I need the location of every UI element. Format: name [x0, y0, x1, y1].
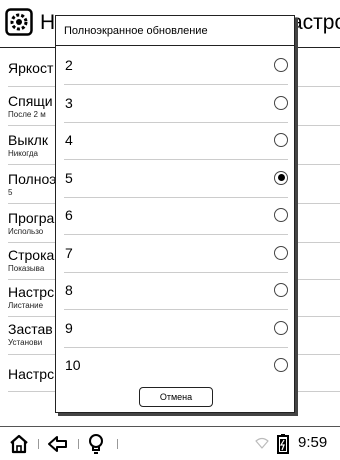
bar-separator	[78, 439, 79, 449]
option-label: 5	[65, 169, 73, 186]
radio-button[interactable]	[274, 58, 288, 72]
radio-button[interactable]	[274, 95, 288, 110]
radio-button[interactable]	[274, 170, 288, 185]
radio-button[interactable]	[274, 283, 288, 297]
option-label: 7	[65, 244, 73, 261]
option-label: 10	[65, 357, 81, 373]
option-10[interactable]: 10	[56, 347, 294, 385]
page-title: Н	[40, 11, 56, 34]
option-2[interactable]: 2	[56, 47, 294, 85]
option-3[interactable]: 3	[56, 85, 294, 123]
dialog-title: Полноэкранное обновление	[56, 16, 294, 46]
option-7[interactable]: 7	[56, 235, 294, 273]
battery-icon	[277, 434, 289, 454]
option-label: 4	[65, 132, 73, 148]
bulb-icon[interactable]	[86, 432, 106, 456]
cancel-button[interactable]: Отмена	[139, 387, 213, 407]
option-label: 2	[65, 57, 73, 73]
page-title-tail: астро..	[291, 11, 340, 34]
option-9[interactable]: 9	[56, 310, 294, 348]
option-label: 9	[65, 319, 73, 336]
option-5[interactable]: 5	[56, 160, 294, 198]
settings-icon[interactable]	[5, 8, 33, 36]
option-label: 8	[65, 282, 73, 298]
option-4[interactable]: 4	[56, 122, 294, 160]
option-label: 6	[65, 207, 73, 223]
home-icon[interactable]	[8, 432, 30, 456]
full-refresh-dialog: Полноэкранное обновление 2 3 4 5 6 7 8 9 10 Отме…	[55, 15, 295, 413]
radio-button[interactable]	[274, 245, 288, 260]
option-8[interactable]: 8	[56, 272, 294, 310]
bottom-bar: 9:59	[0, 426, 340, 460]
wifi-icon	[255, 437, 269, 449]
option-6[interactable]: 6	[56, 197, 294, 235]
bar-separator	[38, 439, 39, 449]
option-label: 3	[65, 94, 73, 111]
bar-separator	[117, 439, 118, 449]
clock: 9:59	[298, 434, 328, 451]
radio-button[interactable]	[274, 133, 288, 147]
back-icon[interactable]	[46, 432, 70, 456]
radio-button[interactable]	[274, 208, 288, 222]
radio-button[interactable]	[274, 320, 288, 335]
radio-button[interactable]	[274, 358, 288, 372]
